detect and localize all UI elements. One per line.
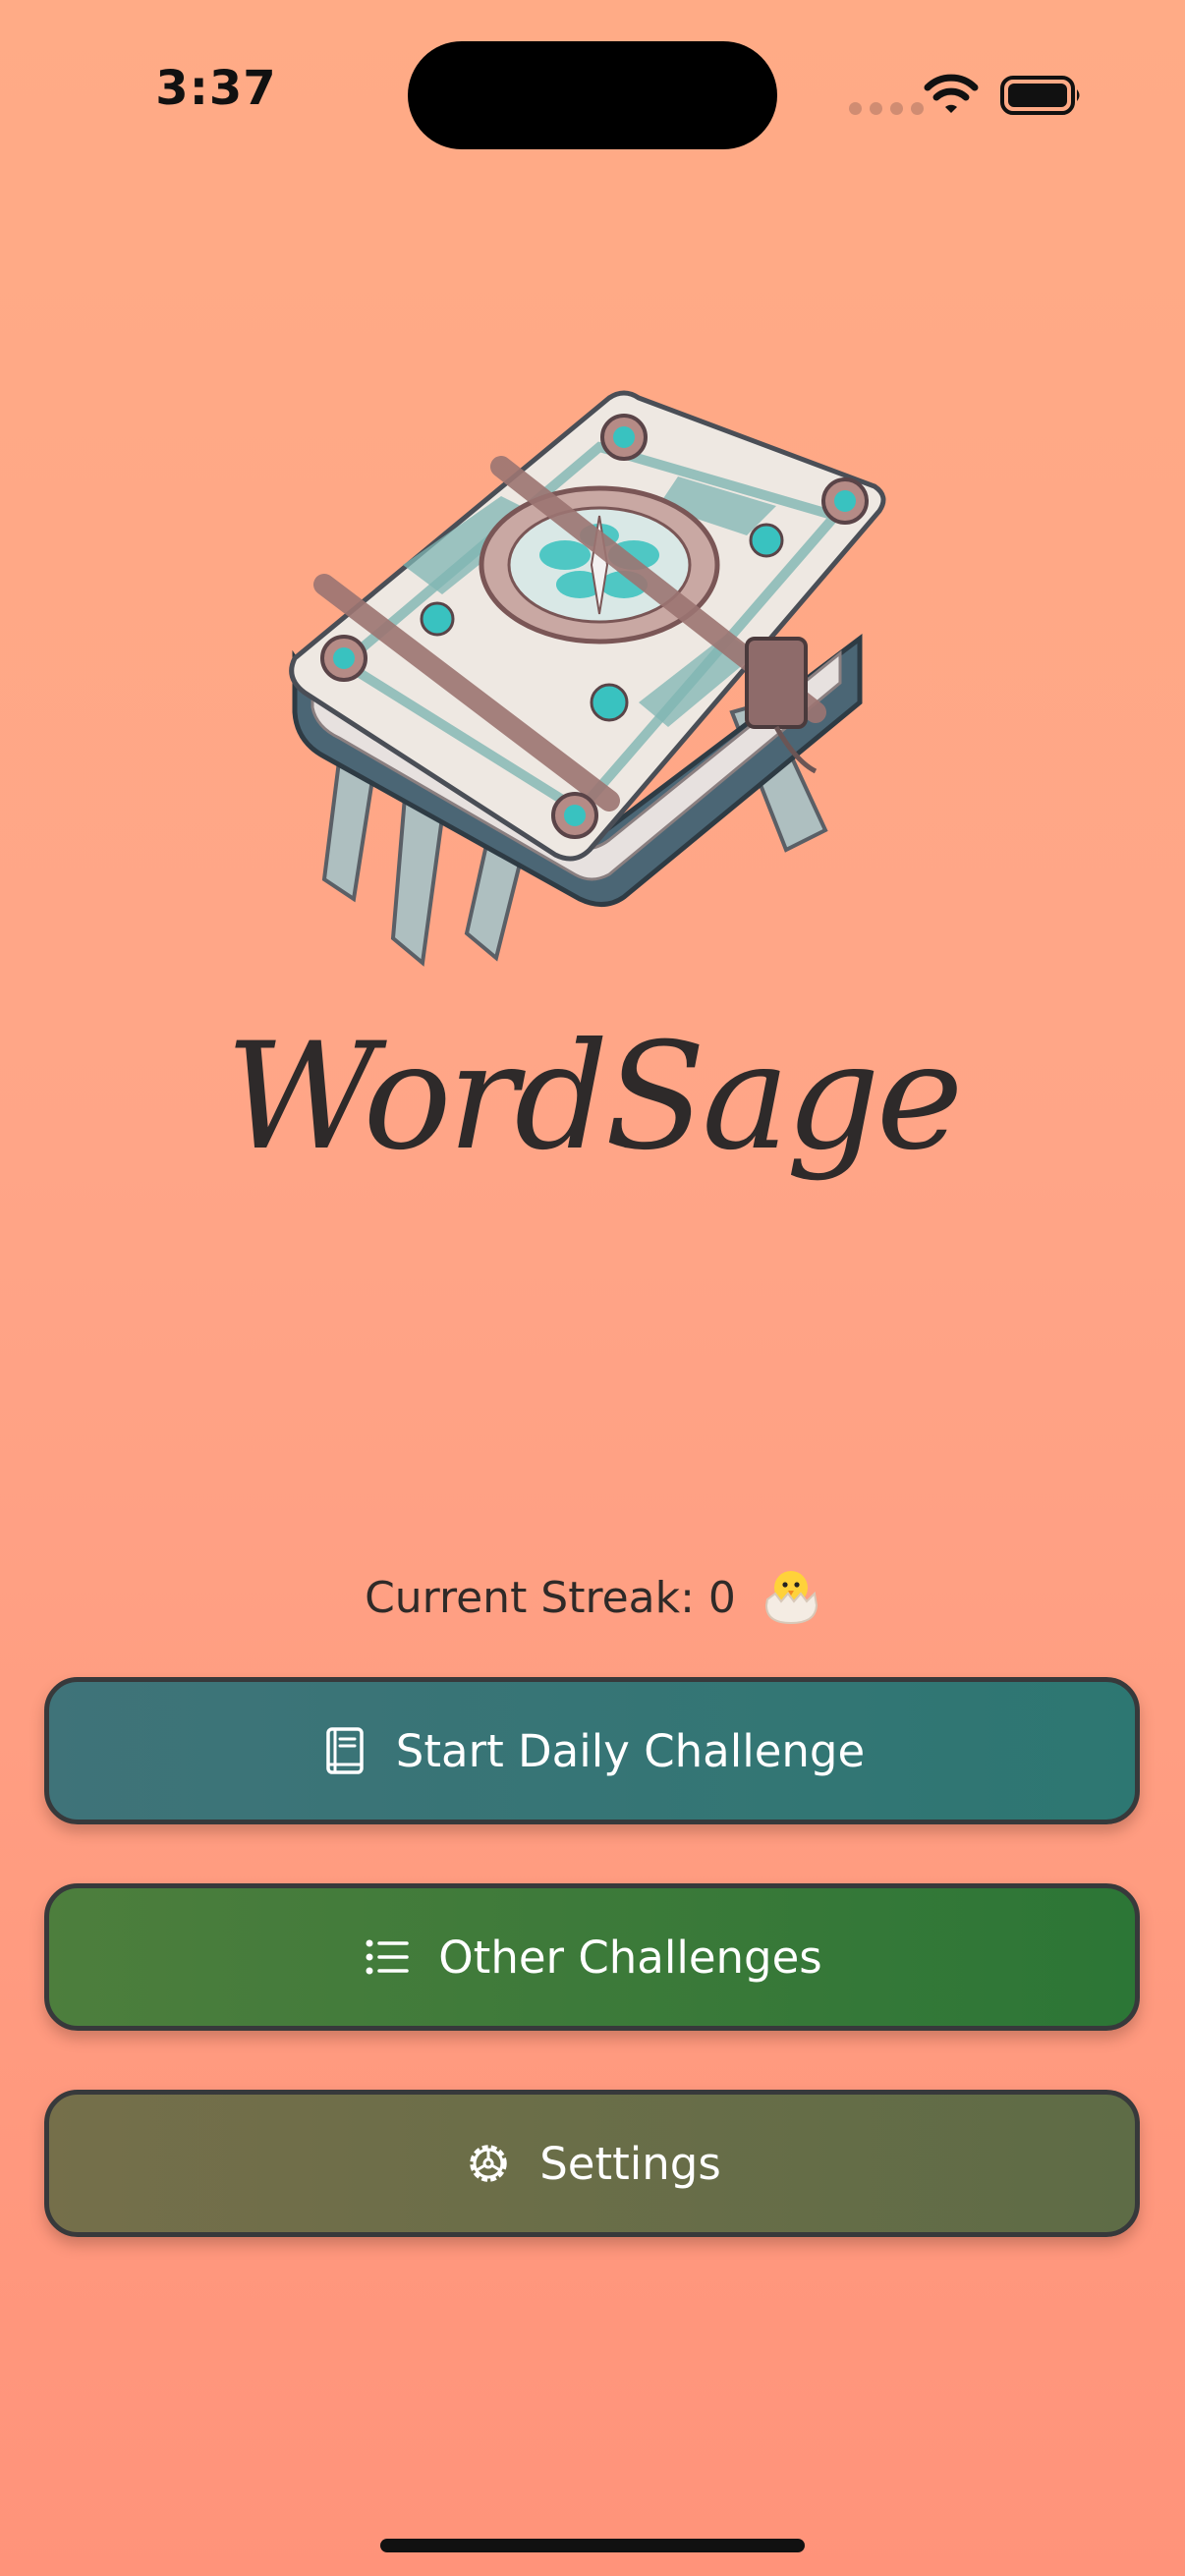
wifi-icon [924, 74, 979, 113]
streak-label: Current Streak: 0 [365, 1573, 736, 1623]
dynamic-island [408, 41, 777, 149]
hatching-chick-icon [764, 1571, 818, 1625]
gear-icon [470, 2145, 507, 2182]
book-icon [326, 1727, 364, 1774]
other-challenges-button[interactable]: Other Challenges [44, 1883, 1140, 2031]
list-icon [366, 1939, 409, 1975]
other-challenges-label: Other Challenges [438, 1931, 822, 1984]
cellular-signal-icon [849, 102, 924, 115]
status-time: 3:37 [155, 61, 277, 116]
app-title: WordSage [225, 1012, 963, 1183]
start-daily-challenge-label: Start Daily Challenge [395, 1724, 866, 1777]
home-indicator[interactable] [380, 2539, 805, 2552]
home-screen: 3:37 WordSage Current Streak: 0 Start Da… [0, 0, 1185, 2576]
settings-label: Settings [539, 2137, 721, 2190]
spellbook-illustration [289, 390, 886, 967]
current-streak: Current Streak: 0 [0, 1570, 1185, 1631]
start-daily-challenge-button[interactable]: Start Daily Challenge [44, 1677, 1140, 1824]
settings-button[interactable]: Settings [44, 2090, 1140, 2237]
battery-icon [1000, 76, 1080, 115]
